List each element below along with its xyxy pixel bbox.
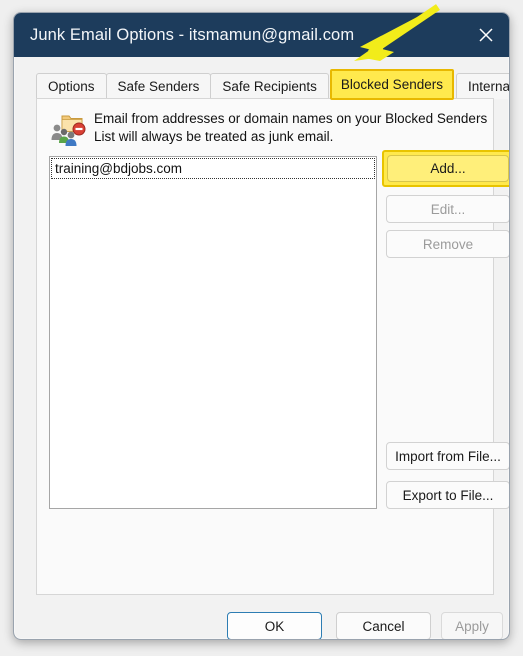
tab-strip: Options Safe Senders Safe Recipients Blo… — [36, 69, 509, 100]
add-button[interactable]: Add... — [387, 155, 509, 182]
junk-email-options-dialog: Junk Email Options - itsmamun@gmail.com … — [13, 12, 510, 640]
tab-safe-recipients[interactable]: Safe Recipients — [210, 73, 329, 99]
title-bar: Junk Email Options - itsmamun@gmail.com — [14, 13, 509, 57]
blocked-senders-list[interactable]: training@bdjobs.com — [49, 156, 377, 509]
remove-button: Remove — [386, 230, 509, 258]
blocked-senders-icon — [49, 111, 87, 147]
dialog-footer: OK Cancel Apply — [14, 607, 509, 639]
export-to-file-button[interactable]: Export to File... — [386, 481, 509, 509]
tab-options[interactable]: Options — [36, 73, 107, 99]
panel-description-text: Email from addresses or domain names on … — [94, 111, 488, 144]
ok-button[interactable]: OK — [227, 612, 322, 639]
apply-button: Apply — [441, 612, 503, 639]
window-title: Junk Email Options - itsmamun@gmail.com — [30, 25, 355, 44]
import-from-file-button[interactable]: Import from File... — [386, 442, 509, 470]
cancel-button[interactable]: Cancel — [336, 612, 431, 639]
tab-blocked-senders[interactable]: Blocked Senders — [329, 69, 454, 100]
list-item[interactable]: training@bdjobs.com — [51, 158, 375, 179]
close-icon[interactable] — [463, 13, 509, 57]
tab-safe-senders[interactable]: Safe Senders — [105, 73, 212, 99]
edit-button: Edit... — [386, 195, 509, 223]
blocked-senders-panel: Email from addresses or domain names on … — [36, 98, 509, 595]
panel-description-row: Email from addresses or domain names on … — [49, 109, 489, 147]
tab-international[interactable]: International — [455, 73, 509, 99]
add-button-highlight: Add... — [382, 150, 509, 187]
